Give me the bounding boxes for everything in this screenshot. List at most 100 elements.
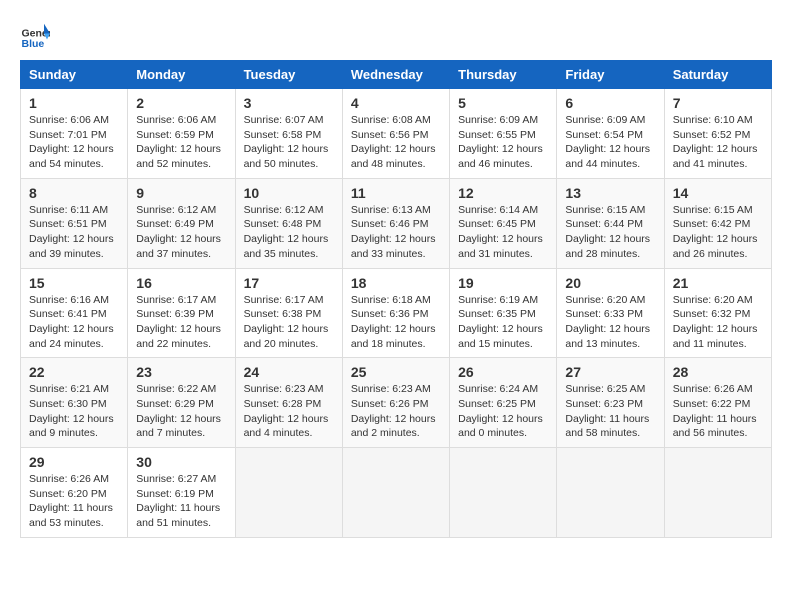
- day-info: Sunrise: 6:14 AM Sunset: 6:45 PM Dayligh…: [458, 203, 548, 262]
- day-number: 13: [565, 185, 655, 201]
- day-number: 16: [136, 275, 226, 291]
- day-info: Sunrise: 6:16 AM Sunset: 6:41 PM Dayligh…: [29, 293, 119, 352]
- day-cell: [342, 448, 449, 538]
- day-cell: 25 Sunrise: 6:23 AM Sunset: 6:26 PM Dayli…: [342, 358, 449, 448]
- day-info: Sunrise: 6:19 AM Sunset: 6:35 PM Dayligh…: [458, 293, 548, 352]
- week-row-2: 8 Sunrise: 6:11 AM Sunset: 6:51 PM Daylig…: [21, 178, 772, 268]
- day-info: Sunrise: 6:15 AM Sunset: 6:44 PM Dayligh…: [565, 203, 655, 262]
- header-saturday: Saturday: [664, 61, 771, 89]
- day-number: 19: [458, 275, 548, 291]
- week-row-1: 1 Sunrise: 6:06 AM Sunset: 7:01 PM Daylig…: [21, 89, 772, 179]
- day-cell: 21 Sunrise: 6:20 AM Sunset: 6:32 PM Dayli…: [664, 268, 771, 358]
- day-info: Sunrise: 6:20 AM Sunset: 6:33 PM Dayligh…: [565, 293, 655, 352]
- day-number: 6: [565, 95, 655, 111]
- week-row-5: 29Sunrise: 6:26 AM Sunset: 6:20 PM Dayli…: [21, 448, 772, 538]
- day-cell: [664, 448, 771, 538]
- day-cell: 8 Sunrise: 6:11 AM Sunset: 6:51 PM Daylig…: [21, 178, 128, 268]
- day-info: Sunrise: 6:27 AM Sunset: 6:19 PM Dayligh…: [136, 472, 226, 531]
- day-info: Sunrise: 6:09 AM Sunset: 6:55 PM Dayligh…: [458, 113, 548, 172]
- day-cell: 27 Sunrise: 6:25 AM Sunset: 6:23 PM Dayli…: [557, 358, 664, 448]
- day-number: 11: [351, 185, 441, 201]
- day-info: Sunrise: 6:23 AM Sunset: 6:26 PM Dayligh…: [351, 382, 441, 441]
- day-info: Sunrise: 6:10 AM Sunset: 6:52 PM Dayligh…: [673, 113, 763, 172]
- day-info: Sunrise: 6:26 AM Sunset: 6:20 PM Dayligh…: [29, 472, 119, 531]
- header-friday: Friday: [557, 61, 664, 89]
- day-number: 10: [244, 185, 334, 201]
- day-number: 18: [351, 275, 441, 291]
- header-row: SundayMondayTuesdayWednesdayThursdayFrid…: [21, 61, 772, 89]
- day-cell: 23 Sunrise: 6:22 AM Sunset: 6:29 PM Dayli…: [128, 358, 235, 448]
- day-cell: 10 Sunrise: 6:12 AM Sunset: 6:48 PM Dayli…: [235, 178, 342, 268]
- day-number: 20: [565, 275, 655, 291]
- day-cell: 20 Sunrise: 6:20 AM Sunset: 6:33 PM Dayli…: [557, 268, 664, 358]
- day-number: 4: [351, 95, 441, 111]
- day-cell: 5 Sunrise: 6:09 AM Sunset: 6:55 PM Daylig…: [450, 89, 557, 179]
- day-number: 22: [29, 364, 119, 380]
- day-info: Sunrise: 6:12 AM Sunset: 6:49 PM Dayligh…: [136, 203, 226, 262]
- day-cell: 11 Sunrise: 6:13 AM Sunset: 6:46 PM Dayli…: [342, 178, 449, 268]
- day-number: 2: [136, 95, 226, 111]
- day-cell: 2Sunrise: 6:06 AM Sunset: 6:59 PM Daylig…: [128, 89, 235, 179]
- header-wednesday: Wednesday: [342, 61, 449, 89]
- day-number: 21: [673, 275, 763, 291]
- day-number: 7: [673, 95, 763, 111]
- day-info: Sunrise: 6:25 AM Sunset: 6:23 PM Dayligh…: [565, 382, 655, 441]
- day-number: 5: [458, 95, 548, 111]
- day-number: 23: [136, 364, 226, 380]
- day-info: Sunrise: 6:08 AM Sunset: 6:56 PM Dayligh…: [351, 113, 441, 172]
- day-number: 15: [29, 275, 119, 291]
- svg-text:Blue: Blue: [22, 38, 45, 50]
- day-cell: 7 Sunrise: 6:10 AM Sunset: 6:52 PM Daylig…: [664, 89, 771, 179]
- day-cell: [450, 448, 557, 538]
- day-cell: 26 Sunrise: 6:24 AM Sunset: 6:25 PM Dayli…: [450, 358, 557, 448]
- day-number: 24: [244, 364, 334, 380]
- day-info: Sunrise: 6:09 AM Sunset: 6:54 PM Dayligh…: [565, 113, 655, 172]
- day-cell: 14 Sunrise: 6:15 AM Sunset: 6:42 PM Dayli…: [664, 178, 771, 268]
- day-number: 25: [351, 364, 441, 380]
- header-sunday: Sunday: [21, 61, 128, 89]
- day-cell: 6 Sunrise: 6:09 AM Sunset: 6:54 PM Daylig…: [557, 89, 664, 179]
- day-cell: 13 Sunrise: 6:15 AM Sunset: 6:44 PM Dayli…: [557, 178, 664, 268]
- day-number: 27: [565, 364, 655, 380]
- day-info: Sunrise: 6:26 AM Sunset: 6:22 PM Dayligh…: [673, 382, 763, 441]
- day-info: Sunrise: 6:21 AM Sunset: 6:30 PM Dayligh…: [29, 382, 119, 441]
- day-cell: 3Sunrise: 6:07 AM Sunset: 6:58 PM Daylig…: [235, 89, 342, 179]
- day-cell: [235, 448, 342, 538]
- day-cell: 12Sunrise: 6:14 AM Sunset: 6:45 PM Dayli…: [450, 178, 557, 268]
- day-info: Sunrise: 6:15 AM Sunset: 6:42 PM Dayligh…: [673, 203, 763, 262]
- day-info: Sunrise: 6:12 AM Sunset: 6:48 PM Dayligh…: [244, 203, 334, 262]
- day-cell: 30 Sunrise: 6:27 AM Sunset: 6:19 PM Dayli…: [128, 448, 235, 538]
- day-cell: 16 Sunrise: 6:17 AM Sunset: 6:39 PM Dayli…: [128, 268, 235, 358]
- day-cell: 1 Sunrise: 6:06 AM Sunset: 7:01 PM Daylig…: [21, 89, 128, 179]
- day-cell: 29Sunrise: 6:26 AM Sunset: 6:20 PM Dayli…: [21, 448, 128, 538]
- day-cell: 18 Sunrise: 6:18 AM Sunset: 6:36 PM Dayli…: [342, 268, 449, 358]
- logo-icon: General Blue: [20, 20, 50, 50]
- day-info: Sunrise: 6:06 AM Sunset: 7:01 PM Dayligh…: [29, 113, 119, 172]
- day-info: Sunrise: 6:17 AM Sunset: 6:39 PM Dayligh…: [136, 293, 226, 352]
- day-info: Sunrise: 6:18 AM Sunset: 6:36 PM Dayligh…: [351, 293, 441, 352]
- day-number: 17: [244, 275, 334, 291]
- page-header: General Blue: [20, 20, 772, 50]
- day-cell: 17Sunrise: 6:17 AM Sunset: 6:38 PM Dayli…: [235, 268, 342, 358]
- calendar-table: SundayMondayTuesdayWednesdayThursdayFrid…: [20, 60, 772, 538]
- day-cell: 28Sunrise: 6:26 AM Sunset: 6:22 PM Dayli…: [664, 358, 771, 448]
- header-thursday: Thursday: [450, 61, 557, 89]
- day-cell: [557, 448, 664, 538]
- day-info: Sunrise: 6:24 AM Sunset: 6:25 PM Dayligh…: [458, 382, 548, 441]
- day-info: Sunrise: 6:20 AM Sunset: 6:32 PM Dayligh…: [673, 293, 763, 352]
- day-cell: 15 Sunrise: 6:16 AM Sunset: 6:41 PM Dayli…: [21, 268, 128, 358]
- day-number: 26: [458, 364, 548, 380]
- logo: General Blue: [20, 20, 54, 50]
- day-number: 1: [29, 95, 119, 111]
- header-tuesday: Tuesday: [235, 61, 342, 89]
- day-number: 30: [136, 454, 226, 470]
- day-number: 14: [673, 185, 763, 201]
- header-monday: Monday: [128, 61, 235, 89]
- day-info: Sunrise: 6:07 AM Sunset: 6:58 PM Dayligh…: [244, 113, 334, 172]
- day-info: Sunrise: 6:11 AM Sunset: 6:51 PM Dayligh…: [29, 203, 119, 262]
- day-cell: 22 Sunrise: 6:21 AM Sunset: 6:30 PM Dayli…: [21, 358, 128, 448]
- day-info: Sunrise: 6:13 AM Sunset: 6:46 PM Dayligh…: [351, 203, 441, 262]
- day-number: 8: [29, 185, 119, 201]
- day-info: Sunrise: 6:22 AM Sunset: 6:29 PM Dayligh…: [136, 382, 226, 441]
- day-cell: 19 Sunrise: 6:19 AM Sunset: 6:35 PM Dayli…: [450, 268, 557, 358]
